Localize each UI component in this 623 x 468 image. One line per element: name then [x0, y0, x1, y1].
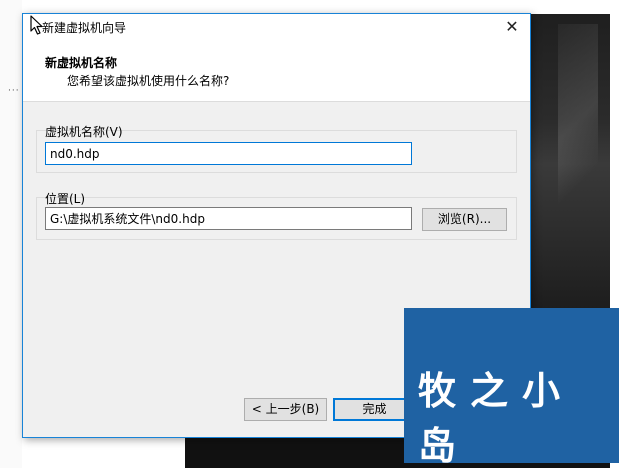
watermark-text: 牧之小岛: [418, 369, 575, 468]
vm-name-label: 虚拟机名称(V): [45, 125, 123, 139]
window-title: 新建虚拟机向导: [42, 21, 127, 35]
back-button[interactable]: < 上一步(B): [244, 398, 327, 421]
close-icon: ✕: [505, 17, 519, 36]
title-bar[interactable]: 新建虚拟机向导 ✕: [23, 14, 530, 41]
page-title: 新虚拟机名称: [45, 56, 118, 70]
vm-name-input[interactable]: [45, 142, 412, 165]
close-button[interactable]: ✕: [500, 16, 524, 38]
location-label: 位置(L): [45, 192, 86, 206]
screen: ··· 新建虚拟机向导 ✕ 新虚拟机名称 您希望该虚拟机使用什么名称? 虚拟机名…: [0, 0, 623, 468]
page-subtitle: 您希望该虚拟机使用什么名称?: [67, 74, 230, 88]
location-input[interactable]: [45, 207, 412, 230]
mouse-cursor-icon: [30, 15, 43, 35]
background-dots: ···: [8, 86, 20, 96]
watermark-logo: 牧之小岛: [404, 308, 619, 468]
background-desktop-left: [0, 0, 22, 468]
browse-button[interactable]: 浏览(R)...: [422, 208, 507, 231]
wizard-header: 新虚拟机名称 您希望该虚拟机使用什么名称?: [23, 41, 530, 102]
background-window: [530, 14, 610, 314]
background-window-highlight: [558, 24, 598, 244]
